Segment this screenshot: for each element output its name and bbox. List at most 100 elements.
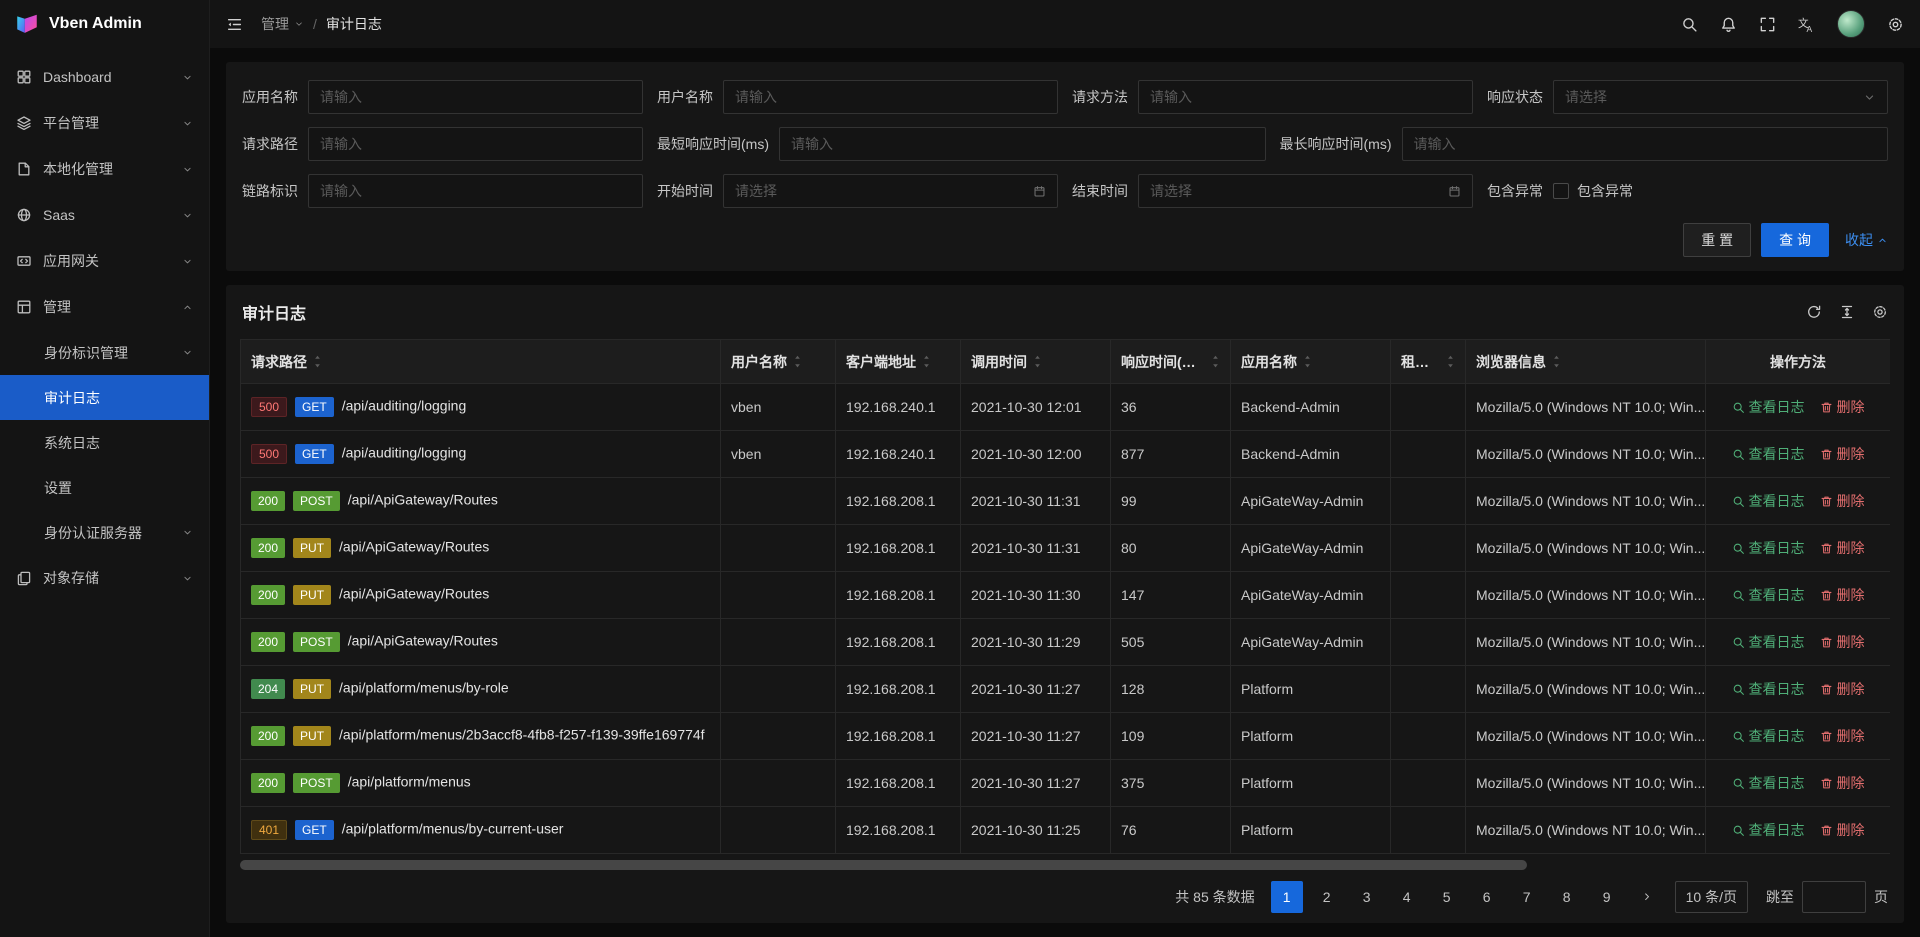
page-button-8[interactable]: 8: [1551, 881, 1583, 913]
sort-carets[interactable]: [1033, 356, 1042, 368]
sidebar-item-dashboard[interactable]: Dashboard: [0, 54, 209, 100]
sidebar-item-platform[interactable]: 平台管理: [0, 100, 209, 146]
sort-carets[interactable]: [1211, 356, 1220, 368]
page-button-9[interactable]: 9: [1591, 881, 1623, 913]
avatar[interactable]: [1837, 10, 1865, 38]
sort-carets[interactable]: [922, 356, 931, 368]
sort-carets[interactable]: [793, 356, 802, 368]
delete-button[interactable]: 删除: [1820, 444, 1865, 464]
column-header-elapsed[interactable]: 响应时间(ms): [1111, 340, 1231, 384]
column-header-app[interactable]: 应用名称: [1231, 340, 1391, 384]
delete-button[interactable]: 删除: [1820, 679, 1865, 699]
filter-input-max-response-time[interactable]: [1402, 127, 1889, 161]
table-row[interactable]: 500GET/api/auditing/loggingvben192.168.2…: [241, 384, 1891, 431]
sidebar-subitem-auth-server[interactable]: 身份认证服务器: [0, 510, 209, 555]
filter-date-start-time[interactable]: 请选择: [723, 174, 1058, 208]
search-icon[interactable]: [1681, 16, 1698, 33]
view-log-button[interactable]: 查看日志: [1732, 726, 1805, 746]
sidebar-subitem-system-log[interactable]: 系统日志: [0, 420, 209, 465]
page-size-select[interactable]: 10 条/页: [1675, 881, 1748, 913]
column-header-user[interactable]: 用户名称: [721, 340, 836, 384]
view-log-button[interactable]: 查看日志: [1732, 820, 1805, 840]
view-log-button[interactable]: 查看日志: [1732, 397, 1805, 417]
delete-button[interactable]: 删除: [1820, 820, 1865, 840]
reset-button[interactable]: 重 置: [1683, 223, 1751, 257]
column-header-tenant[interactable]: 租户名称: [1391, 340, 1466, 384]
filter-select-response-status[interactable]: 请选择: [1553, 80, 1888, 114]
column-header-time[interactable]: 调用时间: [961, 340, 1111, 384]
view-log-button[interactable]: 查看日志: [1732, 491, 1805, 511]
delete-button[interactable]: 删除: [1820, 726, 1865, 746]
column-height-icon[interactable]: [1839, 304, 1855, 320]
page-button-1[interactable]: 1: [1271, 881, 1303, 913]
view-log-button[interactable]: 查看日志: [1732, 773, 1805, 793]
page-button-5[interactable]: 5: [1431, 881, 1463, 913]
page-button-6[interactable]: 6: [1471, 881, 1503, 913]
sort-carets[interactable]: [313, 356, 322, 368]
view-log-label: 查看日志: [1749, 585, 1805, 605]
view-log-button[interactable]: 查看日志: [1732, 679, 1805, 699]
delete-button[interactable]: 删除: [1820, 538, 1865, 558]
table-row[interactable]: 200POST/api/ApiGateway/Routes192.168.208…: [241, 478, 1891, 525]
delete-button[interactable]: 删除: [1820, 585, 1865, 605]
sidebar-item-storage[interactable]: 对象存储: [0, 555, 209, 601]
sort-carets[interactable]: [1552, 356, 1561, 368]
table-settings-icon[interactable]: [1872, 304, 1888, 320]
user-name-cell: [721, 760, 836, 807]
logo[interactable]: Vben Admin: [0, 0, 209, 48]
view-log-button[interactable]: 查看日志: [1732, 538, 1805, 558]
delete-button[interactable]: 删除: [1820, 773, 1865, 793]
filter-input-app-name[interactable]: [308, 80, 643, 114]
calendar-icon: [1033, 185, 1046, 198]
menu-fold-icon[interactable]: [226, 16, 243, 33]
settings-icon[interactable]: [1887, 16, 1904, 33]
filter-input-request-method[interactable]: [1138, 80, 1473, 114]
notifications-icon[interactable]: [1720, 16, 1737, 33]
page-button-3[interactable]: 3: [1351, 881, 1383, 913]
table-row[interactable]: 200PUT/api/ApiGateway/Routes192.168.208.…: [241, 525, 1891, 572]
view-log-button[interactable]: 查看日志: [1732, 632, 1805, 652]
sidebar-item-saas[interactable]: Saas: [0, 192, 209, 238]
sidebar-item-gateway[interactable]: 应用网关: [0, 238, 209, 284]
delete-button[interactable]: 删除: [1820, 632, 1865, 652]
filter-date-end-time[interactable]: 请选择: [1138, 174, 1473, 208]
sidebar-item-manage[interactable]: 管理: [0, 284, 209, 330]
filter-input-trace-id[interactable]: [308, 174, 643, 208]
table-row[interactable]: 401GET/api/platform/menus/by-current-use…: [241, 807, 1891, 854]
column-header-path[interactable]: 请求路径: [241, 340, 721, 384]
filter-input-min-response-time[interactable]: [779, 127, 1266, 161]
column-header-client[interactable]: 客户端地址: [836, 340, 961, 384]
filter-input-request-path[interactable]: [308, 127, 643, 161]
breadcrumb-parent[interactable]: 管理: [261, 14, 304, 34]
fullscreen-icon[interactable]: [1759, 16, 1776, 33]
table-row[interactable]: 204PUT/api/platform/menus/by-role192.168…: [241, 666, 1891, 713]
table-row[interactable]: 200POST/api/ApiGateway/Routes192.168.208…: [241, 619, 1891, 666]
jump-page-input[interactable]: [1802, 881, 1866, 913]
page-button-7[interactable]: 7: [1511, 881, 1543, 913]
sort-carets[interactable]: [1446, 356, 1455, 368]
table-row[interactable]: 200POST/api/platform/menus192.168.208.12…: [241, 760, 1891, 807]
collapse-link[interactable]: 收起: [1845, 230, 1888, 250]
sort-carets[interactable]: [1303, 356, 1312, 368]
scrollbar-thumb[interactable]: [240, 860, 1527, 870]
table-row[interactable]: 500GET/api/auditing/loggingvben192.168.2…: [241, 431, 1891, 478]
column-header-browser[interactable]: 浏览器信息: [1466, 340, 1706, 384]
refresh-icon[interactable]: [1806, 304, 1822, 320]
page-button-2[interactable]: 2: [1311, 881, 1343, 913]
table-row[interactable]: 200PUT/api/platform/menus/2b3accf8-4fb8-…: [241, 713, 1891, 760]
sidebar-subitem-identity[interactable]: 身份标识管理: [0, 330, 209, 375]
delete-button[interactable]: 删除: [1820, 397, 1865, 417]
view-log-button[interactable]: 查看日志: [1732, 585, 1805, 605]
query-button[interactable]: 查 询: [1761, 223, 1829, 257]
view-log-button[interactable]: 查看日志: [1732, 444, 1805, 464]
next-page-button[interactable]: [1631, 881, 1663, 913]
sidebar-item-localization[interactable]: 本地化管理: [0, 146, 209, 192]
language-icon[interactable]: 文A: [1798, 16, 1815, 33]
table-row[interactable]: 200PUT/api/ApiGateway/Routes192.168.208.…: [241, 572, 1891, 619]
filter-input-user-name[interactable]: [723, 80, 1058, 114]
sidebar-subitem-settings[interactable]: 设置: [0, 465, 209, 510]
include-exception-checkbox[interactable]: 包含异常: [1553, 181, 1633, 201]
page-button-4[interactable]: 4: [1391, 881, 1423, 913]
delete-button[interactable]: 删除: [1820, 491, 1865, 511]
sidebar-subitem-audit-log[interactable]: 审计日志: [0, 375, 209, 420]
